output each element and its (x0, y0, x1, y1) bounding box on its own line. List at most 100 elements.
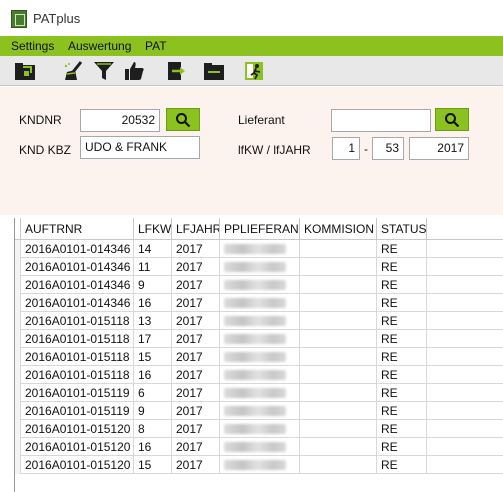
cell-lfkw[interactable]: 16 (134, 294, 172, 312)
column-header-status[interactable]: STATUS (377, 218, 427, 240)
table-row[interactable]: 2016A0101-014346 16 2017 RE (15, 294, 503, 312)
menu-auswertung[interactable]: Auswertung (68, 39, 131, 53)
table-row[interactable]: 2016A0101-014346 14 2017 RE (15, 240, 503, 258)
table-row[interactable]: 2016A0101-014346 11 2017 RE (15, 258, 503, 276)
cell-lfkw[interactable]: 16 (134, 438, 172, 456)
cell-kommision[interactable] (300, 258, 377, 276)
open-button[interactable] (202, 59, 226, 83)
cell-auftrnr[interactable]: 2016A0101-015118 (21, 348, 134, 366)
cell-auftrnr[interactable]: 2016A0101-015120 (21, 438, 134, 456)
cell-kommision[interactable] (300, 312, 377, 330)
exit-button[interactable] (242, 59, 266, 83)
cell-pplieferant[interactable] (220, 348, 300, 366)
table-row[interactable]: 2016A0101-015120 8 2017 RE (15, 420, 503, 438)
clear-button[interactable] (62, 59, 86, 83)
table-row[interactable]: 2016A0101-015119 6 2017 RE (15, 384, 503, 402)
cell-lfjahr[interactable]: 2017 (172, 420, 220, 438)
cell-lfkw[interactable]: 11 (134, 258, 172, 276)
filter-button[interactable] (92, 59, 116, 83)
cell-pplieferant[interactable] (220, 420, 300, 438)
cell-auftrnr[interactable]: 2016A0101-015118 (21, 366, 134, 384)
lieferant-search-button[interactable] (435, 108, 469, 131)
cell-lfjahr[interactable]: 2017 (172, 402, 220, 420)
cell-auftrnr[interactable]: 2016A0101-015119 (21, 384, 134, 402)
cell-lfjahr[interactable]: 2017 (172, 258, 220, 276)
column-header-pplieferant[interactable]: PPLIEFERANT (220, 218, 300, 240)
table-row[interactable]: 2016A0101-015118 13 2017 RE (15, 312, 503, 330)
lfjahr-input[interactable]: 2017 (409, 137, 469, 160)
cell-kommision[interactable] (300, 402, 377, 420)
cell-lfkw[interactable]: 15 (134, 456, 172, 474)
cell-lfkw[interactable]: 15 (134, 348, 172, 366)
cell-auftrnr[interactable]: 2016A0101-014346 (21, 276, 134, 294)
approve-button[interactable] (122, 59, 146, 83)
cell-auftrnr[interactable]: 2016A0101-014346 (21, 294, 134, 312)
column-header-lfkw[interactable]: LFKW (134, 218, 172, 240)
cell-lfkw[interactable]: 14 (134, 240, 172, 258)
cell-status[interactable]: RE (377, 240, 427, 258)
cell-lfjahr[interactable]: 2017 (172, 276, 220, 294)
cell-lfjahr[interactable]: 2017 (172, 312, 220, 330)
cell-kommision[interactable] (300, 420, 377, 438)
cell-kommision[interactable] (300, 330, 377, 348)
cell-auftrnr[interactable]: 2016A0101-015120 (21, 456, 134, 474)
cell-status[interactable]: RE (377, 366, 427, 384)
cell-pplieferant[interactable] (220, 258, 300, 276)
cell-kommision[interactable] (300, 276, 377, 294)
menu-settings[interactable]: Settings (11, 39, 54, 53)
lieferant-input[interactable] (331, 109, 431, 132)
cell-status[interactable]: RE (377, 348, 427, 366)
cell-lfjahr[interactable]: 2017 (172, 438, 220, 456)
cell-status[interactable]: RE (377, 258, 427, 276)
cell-lfkw[interactable]: 9 (134, 276, 172, 294)
cell-pplieferant[interactable] (220, 402, 300, 420)
cell-status[interactable]: RE (377, 456, 427, 474)
cell-lfjahr[interactable]: 2017 (172, 294, 220, 312)
export-button[interactable] (164, 59, 188, 83)
cell-auftrnr[interactable]: 2016A0101-015120 (21, 420, 134, 438)
cell-kommision[interactable] (300, 456, 377, 474)
cell-lfjahr[interactable]: 2017 (172, 240, 220, 258)
cell-lfjahr[interactable]: 2017 (172, 330, 220, 348)
cell-kommision[interactable] (300, 438, 377, 456)
cell-auftrnr[interactable]: 2016A0101-015118 (21, 330, 134, 348)
table-row[interactable]: 2016A0101-015118 15 2017 RE (15, 348, 503, 366)
cell-kommision[interactable] (300, 240, 377, 258)
cell-auftrnr[interactable]: 2016A0101-015119 (21, 402, 134, 420)
table-row[interactable]: 2016A0101-015119 9 2017 RE (15, 402, 503, 420)
lfkw-to-input[interactable]: 53 (372, 137, 404, 160)
table-row[interactable]: 2016A0101-014346 9 2017 RE (15, 276, 503, 294)
cell-pplieferant[interactable] (220, 330, 300, 348)
menu-pat[interactable]: PAT (145, 39, 167, 53)
cell-pplieferant[interactable] (220, 240, 300, 258)
lfkw-from-input[interactable]: 1 (332, 137, 360, 160)
table-row[interactable]: 2016A0101-015120 15 2017 RE (15, 456, 503, 474)
cell-pplieferant[interactable] (220, 366, 300, 384)
kndnr-input[interactable]: 20532 (80, 109, 160, 132)
cell-kommision[interactable] (300, 366, 377, 384)
open-folder-button[interactable] (13, 59, 37, 83)
kndnr-search-button[interactable] (166, 108, 200, 131)
cell-lfkw[interactable]: 13 (134, 312, 172, 330)
column-header-auftrnr[interactable]: AUFTRNR (21, 218, 134, 240)
cell-lfkw[interactable]: 6 (134, 384, 172, 402)
cell-auftrnr[interactable]: 2016A0101-015118 (21, 312, 134, 330)
cell-lfjahr[interactable]: 2017 (172, 384, 220, 402)
cell-pplieferant[interactable] (220, 456, 300, 474)
cell-pplieferant[interactable] (220, 276, 300, 294)
cell-lfkw[interactable]: 8 (134, 420, 172, 438)
cell-status[interactable]: RE (377, 402, 427, 420)
cell-kommision[interactable] (300, 348, 377, 366)
kndkbz-input[interactable]: UDO & FRANK (80, 136, 200, 159)
cell-lfkw[interactable]: 9 (134, 402, 172, 420)
cell-lfjahr[interactable]: 2017 (172, 348, 220, 366)
cell-kommision[interactable] (300, 294, 377, 312)
cell-lfjahr[interactable]: 2017 (172, 366, 220, 384)
cell-status[interactable]: RE (377, 294, 427, 312)
cell-auftrnr[interactable]: 2016A0101-014346 (21, 258, 134, 276)
cell-lfkw[interactable]: 17 (134, 330, 172, 348)
cell-lfkw[interactable]: 16 (134, 366, 172, 384)
cell-status[interactable]: RE (377, 420, 427, 438)
cell-pplieferant[interactable] (220, 312, 300, 330)
column-header-kommision[interactable]: KOMMISION (300, 218, 377, 240)
